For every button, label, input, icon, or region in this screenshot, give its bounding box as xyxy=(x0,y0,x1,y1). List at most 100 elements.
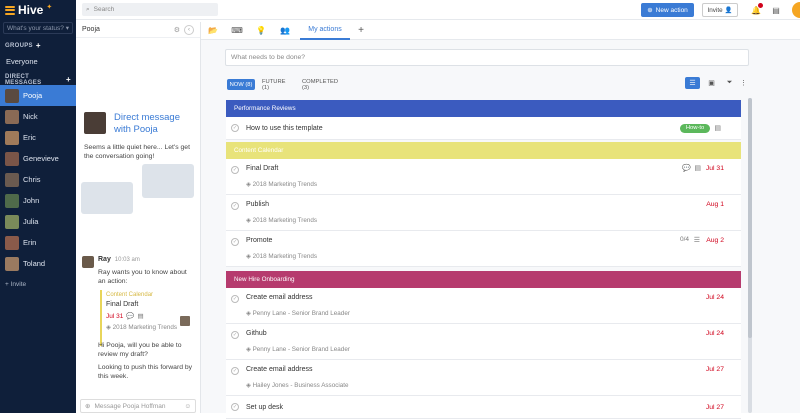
sidebar-item-eric[interactable]: Eric xyxy=(0,127,76,148)
sidebar-item-john[interactable]: John xyxy=(0,190,76,211)
invite-button[interactable]: Invite 👤 xyxy=(702,3,738,17)
invite-link[interactable]: + Invite xyxy=(0,274,76,295)
empty-conversation-text: Seems a little quiet here... Let's get t… xyxy=(84,144,190,160)
plus-circle-icon: ⊕ xyxy=(647,7,653,14)
sidebar-item-erin[interactable]: Erin xyxy=(0,232,76,253)
new-action-button[interactable]: ⊕ New action xyxy=(641,3,694,17)
sidebar-item-julia[interactable]: Julia xyxy=(0,211,76,232)
action-row[interactable]: ✓ Create email address ◈ Penny Lane - Seni… xyxy=(226,288,741,324)
complete-checkbox-icon[interactable]: ✓ xyxy=(231,331,239,339)
due-date[interactable]: Jul 27 xyxy=(706,404,724,411)
action-title[interactable]: Set up desk xyxy=(246,404,283,411)
subtask-count: 0/4 xyxy=(679,236,689,243)
action-title[interactable]: Publish xyxy=(246,201,269,208)
top-bar: ⌕ Search ⊕ New action Invite 👤 🔔 ▤ xyxy=(76,0,800,20)
emoji-icon[interactable]: ☺ xyxy=(184,403,191,410)
left-sidebar: Hive ✦ What's your status? ▾ GROUPS + Ev… xyxy=(0,0,76,413)
notifications-bell-icon[interactable]: 🔔 xyxy=(749,3,763,17)
app-name: Hive xyxy=(18,3,44,17)
search-icon: ⌕ xyxy=(86,5,90,13)
how-to-badge[interactable]: How-to xyxy=(680,123,710,133)
status-input[interactable]: What's your status? ▾ xyxy=(3,22,73,34)
complete-checkbox-icon[interactable]: ✓ xyxy=(231,367,239,375)
search-input[interactable]: ⌕ Search xyxy=(82,3,218,16)
due-date[interactable]: Jul 27 xyxy=(706,366,724,373)
sidebar-item-genevieve[interactable]: Genevieve xyxy=(0,148,76,169)
due-date[interactable]: Jul 31 xyxy=(706,165,724,172)
lightbulb-icon[interactable]: 💡 xyxy=(253,20,269,40)
add-attachment-icon[interactable]: ⊕ xyxy=(85,402,90,410)
document-icon: ▤ xyxy=(714,125,721,132)
due-date[interactable]: Jul 24 xyxy=(706,294,724,301)
settings-gear-icon[interactable]: ⚙ xyxy=(174,26,180,34)
group-header[interactable]: Performance Reviews xyxy=(226,100,741,117)
message-compose-input[interactable]: ⊕ Message Pooja Hoffman ☺ xyxy=(80,399,196,413)
card-view-icon[interactable]: ▣ xyxy=(704,77,719,89)
collapse-panel-icon[interactable]: ‹ xyxy=(184,24,194,35)
contact-label: Genevieve xyxy=(23,154,59,163)
group-header[interactable]: New Hire Onboarding xyxy=(226,271,741,288)
filter-icon[interactable]: ⏷ xyxy=(722,77,737,89)
action-title[interactable]: Create email address xyxy=(246,294,313,301)
contact-label: Erin xyxy=(23,238,37,247)
team-icon[interactable]: 👥 xyxy=(277,20,293,40)
complete-checkbox-icon[interactable]: ✓ xyxy=(231,238,239,246)
action-row[interactable]: ✓ How to use this template How-to ▤ xyxy=(226,117,741,140)
add-user-icon: 👤 xyxy=(724,7,733,14)
sidebar-item-everyone[interactable]: Everyone xyxy=(0,51,76,72)
action-title[interactable]: How to use this template xyxy=(246,125,323,132)
action-title[interactable]: Create email address xyxy=(246,366,313,373)
card-project: Content Calendar xyxy=(106,292,154,298)
action-title[interactable]: Promote xyxy=(246,237,272,244)
notes-icon[interactable]: ▤ xyxy=(769,3,783,17)
groups-label: GROUPS xyxy=(5,42,33,49)
keyboard-icon[interactable]: ⌨ xyxy=(229,20,245,40)
due-date[interactable]: Jul 24 xyxy=(706,330,724,337)
complete-checkbox-icon[interactable]: ✓ xyxy=(231,295,239,303)
tab-my-actions[interactable]: My actions xyxy=(300,20,350,40)
group-header[interactable]: Content Calendar xyxy=(226,142,741,159)
action-card[interactable]: Content Calendar Final Draft Jul 31 💬 ▤ … xyxy=(100,290,192,346)
contact-label: Toland xyxy=(23,259,46,268)
action-title[interactable]: Github xyxy=(246,330,267,337)
scrollbar-thumb[interactable] xyxy=(748,98,752,338)
action-title[interactable]: Final Draft xyxy=(246,165,278,172)
folder-icon[interactable]: 📂 xyxy=(205,20,221,40)
action-row[interactable]: ✓ Final Draft ◈ 2018 Marketing Trends Jul 3… xyxy=(226,159,741,195)
filter-now[interactable]: NOW (8) xyxy=(227,79,255,90)
user-avatar[interactable] xyxy=(792,2,800,18)
add-group-icon[interactable]: + xyxy=(36,41,41,50)
add-direct-message-icon[interactable]: + xyxy=(66,75,71,84)
chat-message: Ray 10:03 am Ray wants you to know about… xyxy=(82,256,196,346)
action-row[interactable]: ✓ Github ◈ Penny Lane - Senior Brand Leade… xyxy=(226,324,741,360)
filter-future[interactable]: FUTURE (1) xyxy=(262,79,294,91)
action-row[interactable]: ✓ Promote ◈ 2018 Marketing Trends Aug 2 0/4 ☰ xyxy=(226,231,741,267)
more-options-icon[interactable]: ⋮ xyxy=(736,77,751,89)
document-icon: ▤ xyxy=(137,313,144,320)
complete-checkbox-icon[interactable]: ✓ xyxy=(231,403,239,411)
due-date[interactable]: Aug 1 xyxy=(706,201,724,208)
sidebar-item-toland[interactable]: Toland xyxy=(0,253,76,274)
sidebar-item-nick[interactable]: Nick xyxy=(0,106,76,127)
list-view-icon[interactable]: ☰ xyxy=(685,77,700,89)
scrollbar[interactable] xyxy=(748,98,752,413)
sidebar-item-pooja[interactable]: Pooja xyxy=(0,85,76,106)
contact-avatar xyxy=(5,151,19,166)
complete-checkbox-icon[interactable]: ✓ xyxy=(231,124,239,132)
contact-list: Pooja Nick Eric Genevieve Chris John Julia Erin… xyxy=(0,85,76,274)
filter-completed[interactable]: COMPLETED (3) xyxy=(302,79,346,91)
complete-checkbox-icon[interactable]: ✓ xyxy=(231,166,239,174)
action-row[interactable]: ✓ Create email address ◈ Hailey Jones - Bu… xyxy=(226,360,741,396)
add-tab-icon[interactable]: + xyxy=(355,20,367,40)
complete-checkbox-icon[interactable]: ✓ xyxy=(231,202,239,210)
new-action-label: New action xyxy=(655,6,688,14)
sidebar-item-chris[interactable]: Chris xyxy=(0,169,76,190)
groups-section-header: GROUPS + xyxy=(0,40,76,51)
action-row[interactable]: ✓ Set up desk Jul 27 xyxy=(226,396,741,419)
document-icon: ▤ xyxy=(694,165,701,172)
new-action-input[interactable]: What needs to be done? xyxy=(225,49,749,66)
hive-logo[interactable]: Hive ✦ xyxy=(0,0,76,20)
view-tabs: 📂 ⌨ 💡 👥 My actions + xyxy=(201,20,800,40)
due-date[interactable]: Aug 2 xyxy=(706,237,724,244)
action-row[interactable]: ✓ Publish ◈ 2018 Marketing Trends Aug 1 xyxy=(226,195,741,231)
